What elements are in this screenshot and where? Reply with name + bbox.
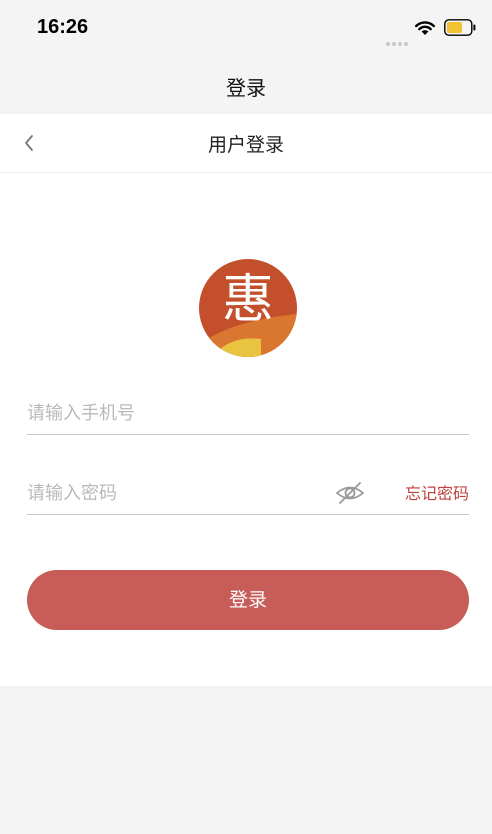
status-bar: 16:26 — [0, 0, 492, 56]
password-field: 忘记密码 — [27, 474, 469, 515]
logo-glyph: 惠 — [222, 270, 274, 330]
wifi-icon — [415, 21, 435, 35]
phone-field — [27, 394, 469, 435]
login-button[interactable]: 登录 — [27, 570, 469, 630]
login-card: 用户登录 惠 忘记密码 登录 — [0, 114, 492, 686]
signal-dots-icon — [386, 31, 410, 50]
app-logo: 惠 — [199, 259, 297, 357]
nav-bar: 用户登录 — [0, 114, 492, 173]
phone-input[interactable] — [27, 394, 469, 432]
password-input[interactable] — [27, 474, 327, 512]
page-title: 登录 — [226, 76, 266, 100]
status-time: 16:26 — [37, 16, 89, 38]
app-header: 登录 — [0, 56, 492, 114]
battery-icon — [444, 19, 476, 36]
eye-off-icon[interactable] — [334, 478, 366, 508]
nav-title: 用户登录 — [207, 134, 284, 156]
forgot-password-link[interactable]: 忘记密码 — [405, 480, 469, 504]
